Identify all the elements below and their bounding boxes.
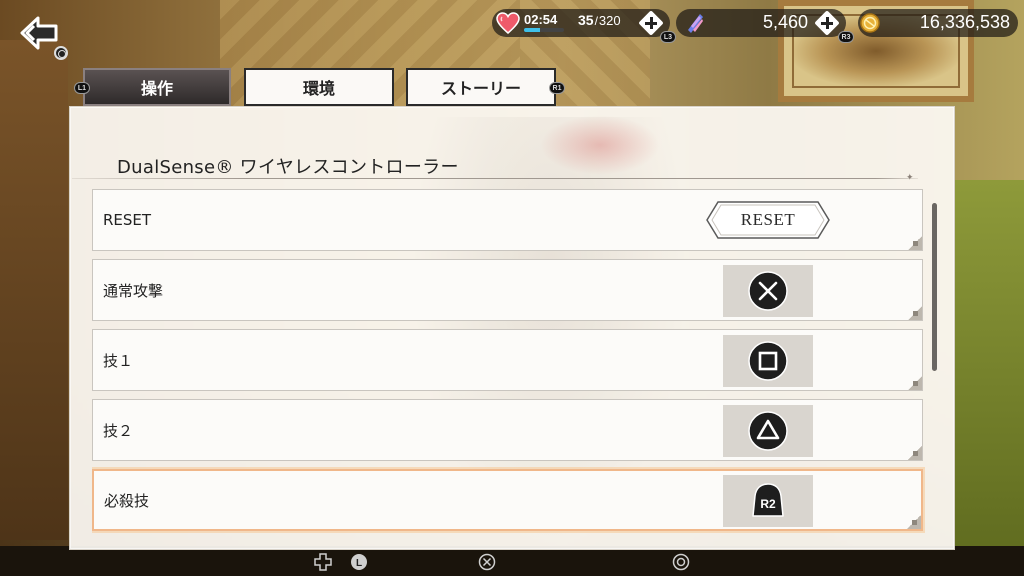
stamina-timer: 02:54: [524, 12, 558, 27]
stamina-count: 35/320: [578, 12, 621, 28]
square-button-icon: [748, 341, 788, 381]
add-stamina-button[interactable]: [638, 10, 664, 36]
triangle-button-icon: [748, 411, 788, 451]
back-arrow-icon: [20, 16, 58, 50]
l-stick-icon: L: [351, 554, 367, 570]
l3-badge: L3: [660, 31, 676, 43]
list-item-special-move[interactable]: 必殺技 R2: [92, 469, 923, 531]
add-gems-button[interactable]: [814, 10, 840, 36]
row-corner-ornament: [908, 376, 922, 390]
background-right-wall: [954, 180, 1024, 560]
list-item-reset[interactable]: RESET RESET: [92, 189, 923, 251]
panel-title-divider: [72, 178, 918, 179]
row-corner-ornament: [908, 306, 922, 320]
controller-settings-panel: DualSense® ワイヤレスコントローラー ✦ RESET RESET 通常…: [69, 106, 955, 550]
dpad-icon: [314, 553, 332, 571]
tab-environment[interactable]: 環境: [244, 68, 394, 106]
gem-display: 5,460: [676, 9, 846, 37]
key-binding-list: RESET RESET 通常攻撃 技１ 技２ 必殺技 R2: [92, 189, 925, 535]
stamina-separator: /: [594, 14, 598, 28]
row-label: RESET: [103, 211, 152, 229]
panel-title: DualSense® ワイヤレスコントローラー: [117, 157, 459, 178]
row-label: 技２: [103, 421, 134, 440]
key-assign-button[interactable]: R2: [723, 475, 813, 527]
svg-text:L: L: [356, 558, 362, 569]
r2-button-label: R2: [760, 497, 776, 511]
circle-button-icon[interactable]: [672, 553, 690, 571]
plus-icon: [649, 17, 653, 29]
heart-icon: [496, 12, 520, 34]
row-corner-ornament: [908, 446, 922, 460]
gold-coin-icon: [860, 13, 880, 33]
stamina-progress-fill: [524, 28, 540, 32]
crystal-gem-icon: [688, 14, 703, 33]
gold-count: 16,336,538: [919, 12, 1010, 32]
cross-button-icon: [748, 271, 788, 311]
cross-button-icon[interactable]: [478, 553, 496, 571]
row-label: 技１: [103, 351, 134, 370]
tab-story[interactable]: ストーリー: [406, 68, 556, 106]
key-assign-button[interactable]: [723, 335, 813, 387]
background-left-wall: [0, 40, 68, 540]
reset-button-label: RESET: [740, 210, 796, 229]
list-item-skill-2[interactable]: 技２: [92, 399, 923, 461]
back-button[interactable]: [18, 14, 60, 52]
options-circle-button-icon[interactable]: [54, 46, 68, 60]
r3-badge: R3: [838, 31, 854, 43]
r2-button-icon: R2: [752, 483, 784, 517]
list-item-normal-attack[interactable]: 通常攻撃: [92, 259, 923, 321]
stamina-progress-bar: [524, 28, 564, 32]
key-assign-button[interactable]: [723, 265, 813, 317]
row-corner-ornament: [907, 515, 921, 529]
r1-badge: R1: [549, 82, 565, 94]
tab-controls[interactable]: 操作: [83, 68, 231, 106]
stamina-display: 02:54 35/320: [492, 9, 670, 37]
list-scrollbar[interactable]: [932, 203, 937, 371]
stamina-max: 320: [598, 13, 621, 28]
row-label: 必殺技: [104, 491, 150, 510]
stamina-current: 35: [578, 12, 594, 28]
key-assign-button[interactable]: [723, 405, 813, 457]
gem-count: 5,460: [762, 12, 808, 32]
row-label: 通常攻撃: [103, 281, 164, 300]
background-character-hair: [540, 115, 660, 175]
gold-display: 16,336,538: [858, 9, 1018, 37]
row-corner-ornament: [908, 236, 922, 250]
reset-button[interactable]: RESET: [706, 201, 830, 239]
divider-ornament-icon: ✦: [906, 173, 914, 183]
plus-icon: [825, 17, 829, 29]
l1-badge: L1: [74, 82, 90, 94]
list-item-skill-1[interactable]: 技１: [92, 329, 923, 391]
bottom-hint-bar: [0, 546, 1024, 576]
